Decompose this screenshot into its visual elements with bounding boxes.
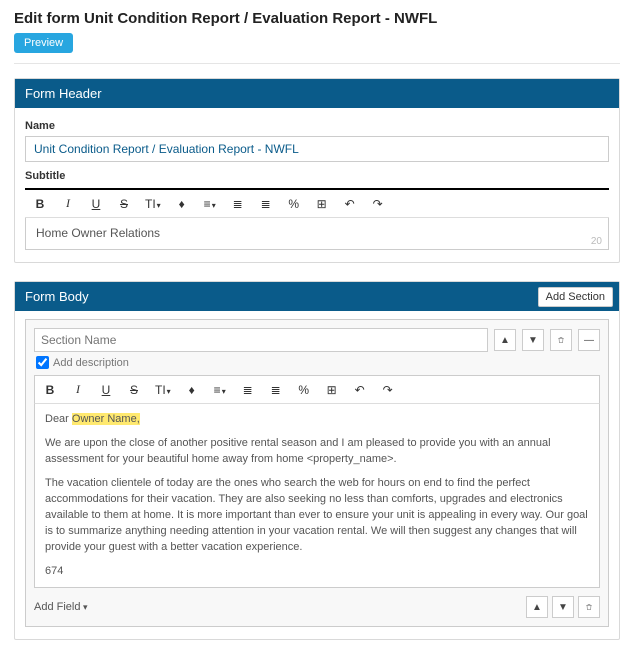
section-toolbar: B I U S TI ♦ ≡ ≣ ≣ % ⊞ ↶ ↷ xyxy=(34,375,600,404)
section-remove-button[interactable]: — xyxy=(578,329,600,351)
add-description-label: Add description xyxy=(53,357,129,369)
subtitle-editor[interactable]: Home Owner Relations 20 xyxy=(25,218,609,250)
table-button[interactable]: ⊞ xyxy=(325,383,339,397)
italic-button[interactable]: I xyxy=(71,382,85,397)
underline-button[interactable]: U xyxy=(89,197,103,211)
bold-button[interactable]: B xyxy=(43,383,57,397)
form-body-panel: Form Body Add Section ▲ ▼ — Add descript… xyxy=(14,281,620,640)
form-header-panel: Form Header Name Subtitle B I U S TI ♦ ≡… xyxy=(14,78,620,263)
form-body-title: Form Body Add Section xyxy=(15,282,619,311)
page-title: Edit form Unit Condition Report / Evalua… xyxy=(14,10,620,27)
section-delete-button[interactable] xyxy=(550,329,572,351)
undo-button[interactable]: ↶ xyxy=(353,383,367,397)
section-name-input[interactable] xyxy=(34,328,488,352)
section-bottom-move-up-button[interactable]: ▲ xyxy=(526,596,548,618)
text-size-button[interactable]: TI xyxy=(145,197,161,211)
redo-button[interactable]: ↷ xyxy=(371,197,385,211)
divider xyxy=(14,63,620,64)
subtitle-char-count: 20 xyxy=(591,236,602,247)
subtitle-text: Home Owner Relations xyxy=(36,226,160,240)
section-bottom-delete-button[interactable] xyxy=(578,596,600,618)
underline-button[interactable]: U xyxy=(99,383,113,397)
name-input[interactable] xyxy=(25,136,609,162)
link-button[interactable]: % xyxy=(297,383,311,397)
add-field-button[interactable]: Add Field xyxy=(34,601,88,613)
italic-button[interactable]: I xyxy=(61,196,75,211)
align-button[interactable]: ≡ xyxy=(203,197,217,211)
trash-icon xyxy=(585,601,593,613)
owner-name-highlight: Owner Name, xyxy=(72,413,140,425)
subtitle-label: Subtitle xyxy=(25,170,609,182)
unordered-list-button[interactable]: ≣ xyxy=(269,383,283,397)
text-color-button[interactable]: ♦ xyxy=(185,383,199,397)
redo-button[interactable]: ↷ xyxy=(381,383,395,397)
section-editor[interactable]: Dear Owner Name, We are upon the close o… xyxy=(34,404,600,588)
trash-icon xyxy=(557,334,565,346)
text-size-button[interactable]: TI xyxy=(155,383,171,397)
section-box: ▲ ▼ — Add description B I U S TI ♦ ≡ ≣ xyxy=(25,319,609,627)
subtitle-toolbar: B I U S TI ♦ ≡ ≣ ≣ % ⊞ ↶ ↷ xyxy=(25,188,609,218)
form-body-title-text: Form Body xyxy=(25,289,89,304)
add-description-checkbox[interactable] xyxy=(36,356,49,369)
form-header-title: Form Header xyxy=(15,79,619,108)
undo-button[interactable]: ↶ xyxy=(343,197,357,211)
link-button[interactable]: % xyxy=(287,197,301,211)
align-button[interactable]: ≡ xyxy=(213,383,227,397)
paragraph-1: We are upon the close of another positiv… xyxy=(45,436,589,468)
unordered-list-button[interactable]: ≣ xyxy=(259,197,273,211)
preview-button[interactable]: Preview xyxy=(14,33,73,53)
add-section-button[interactable]: Add Section xyxy=(538,287,613,307)
ordered-list-button[interactable]: ≣ xyxy=(241,383,255,397)
add-description-row: Add description xyxy=(36,356,600,369)
section-move-down-button[interactable]: ▼ xyxy=(522,329,544,351)
section-char-count: 674 xyxy=(45,565,63,577)
text-color-button[interactable]: ♦ xyxy=(175,197,189,211)
strike-button[interactable]: S xyxy=(127,383,141,397)
greeting-line: Dear Owner Name, xyxy=(45,412,589,428)
name-label: Name xyxy=(25,120,609,132)
section-bottom-move-down-button[interactable]: ▼ xyxy=(552,596,574,618)
ordered-list-button[interactable]: ≣ xyxy=(231,197,245,211)
strike-button[interactable]: S xyxy=(117,197,131,211)
table-button[interactable]: ⊞ xyxy=(315,197,329,211)
bold-button[interactable]: B xyxy=(33,197,47,211)
section-move-up-button[interactable]: ▲ xyxy=(494,329,516,351)
paragraph-2: The vacation clientele of today are the … xyxy=(45,476,589,556)
